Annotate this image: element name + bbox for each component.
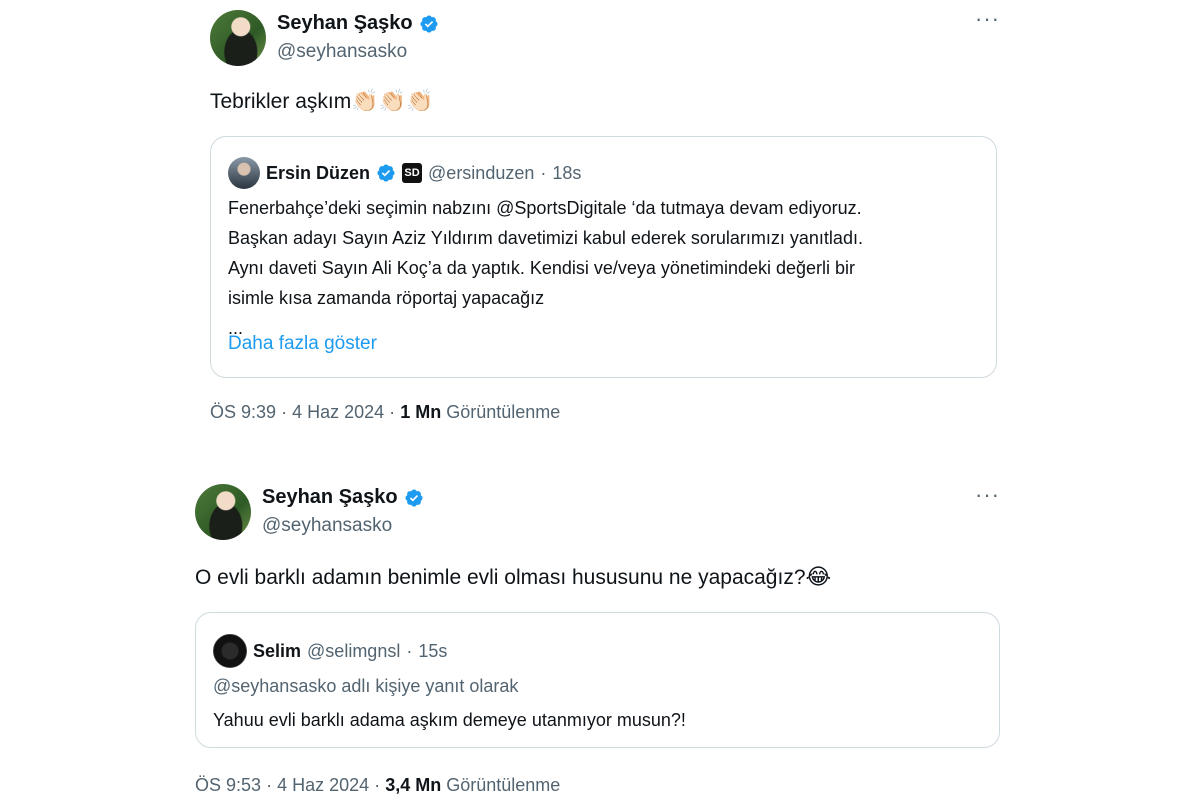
quoted-tweet-header: Selim @selimgnsl · 15s bbox=[213, 634, 447, 668]
quoted-author-avatar bbox=[228, 157, 260, 189]
separator-dot: · bbox=[266, 775, 273, 795]
quoted-tweet-header: Ersin Düzen SD @ersinduzen · 18s bbox=[228, 157, 581, 189]
tweet-text-content: Tebrikler aşkım bbox=[210, 90, 352, 113]
quoted-author-name: Selim bbox=[253, 640, 302, 661]
author-name[interactable]: Seyhan Şaşko bbox=[277, 12, 413, 35]
more-options-icon[interactable]: ··· bbox=[975, 484, 1000, 506]
tweet-1: Seyhan Şaşko @seyhansasko ··· Tebrikler … bbox=[210, 0, 1000, 440]
quoted-tweet[interactable]: Ersin Düzen SD @ersinduzen · 18s Fenerba… bbox=[210, 136, 997, 378]
separator-dot: · bbox=[540, 162, 547, 183]
more-options-icon[interactable]: ··· bbox=[975, 8, 1000, 30]
verified-badge-icon bbox=[405, 488, 423, 507]
quoted-author-handle: @selimgnsl bbox=[307, 640, 401, 661]
author-handle[interactable]: @seyhansasko bbox=[262, 515, 392, 537]
quoted-author-name: Ersin Düzen bbox=[266, 162, 371, 183]
author-avatar[interactable] bbox=[195, 484, 251, 540]
quoted-author-avatar bbox=[213, 634, 247, 668]
view-count[interactable]: 3,4 Mn bbox=[385, 775, 441, 795]
clapping-hands-emoji: 👏🏻👏🏻👏🏻 bbox=[351, 88, 434, 113]
tweet-text: Tebrikler aşkım👏🏻👏🏻👏🏻 bbox=[210, 87, 433, 116]
view-label: Görüntülenme bbox=[446, 402, 561, 422]
quoted-tweet-body: Fenerbahçe’deki seçimin nabzını @SportsD… bbox=[228, 193, 988, 343]
verified-badge-icon bbox=[377, 164, 395, 182]
quoted-line: Fenerbahçe’deki seçimin nabzını @SportsD… bbox=[228, 198, 862, 218]
verified-badge-icon bbox=[420, 14, 438, 33]
author-avatar[interactable] bbox=[210, 10, 266, 66]
tweet-date[interactable]: 4 Haz 2024 bbox=[292, 402, 384, 422]
separator-dot: · bbox=[389, 402, 396, 422]
separator-dot: · bbox=[374, 775, 381, 795]
quoted-tweet[interactable]: Selim @selimgnsl · 15s @seyhansasko adlı… bbox=[195, 612, 1000, 748]
author-name-row: Seyhan Şaşko bbox=[262, 486, 424, 509]
quoted-line: Aynı daveti Sayın Ali Koç’a da yaptık. K… bbox=[228, 258, 856, 278]
tweet-meta: ÖS 9:53 · 4 Haz 2024 · 3,4 Mn Görüntülen… bbox=[195, 775, 560, 796]
quoted-line: Başkan adayı Sayın Aziz Yıldırım davetim… bbox=[228, 228, 863, 248]
view-count[interactable]: 1 Mn bbox=[400, 402, 441, 422]
laughing-tears-emoji: 😂 bbox=[805, 564, 832, 589]
author-name[interactable]: Seyhan Şaşko bbox=[262, 486, 398, 509]
tweet-time[interactable]: ÖS 9:53 bbox=[195, 775, 261, 795]
author-name-row: Seyhan Şaşko bbox=[277, 12, 439, 35]
tweet-2: Seyhan Şaşko @seyhansasko ··· O evli bar… bbox=[195, 480, 1000, 800]
tweet-time[interactable]: ÖS 9:39 bbox=[210, 402, 276, 422]
separator-dot: · bbox=[406, 640, 413, 661]
reply-context: @seyhansasko adlı kişiye yanıt olarak bbox=[213, 676, 519, 696]
tweet-text-content: O evli barklı adamın benimle evli olması… bbox=[195, 566, 806, 589]
show-more-link[interactable]: Daha fazla göster bbox=[228, 333, 377, 355]
author-handle[interactable]: @seyhansasko bbox=[277, 41, 407, 63]
tweet-date[interactable]: 4 Haz 2024 bbox=[277, 775, 369, 795]
quoted-time: 15s bbox=[418, 640, 448, 661]
separator-dot: · bbox=[281, 402, 288, 422]
quoted-line: isimle kısa zamanda röportaj yapacağız bbox=[228, 288, 545, 308]
view-label: Görüntülenme bbox=[446, 775, 561, 795]
quoted-time: 18s bbox=[552, 162, 582, 183]
quoted-tweet-body: @seyhansasko adlı kişiye yanıt olarak Ya… bbox=[213, 671, 973, 735]
affiliate-badge-icon: SD bbox=[402, 163, 423, 183]
tweet-meta: ÖS 9:39 · 4 Haz 2024 · 1 Mn Görüntülenme bbox=[210, 402, 560, 423]
quoted-author-handle: @ersinduzen bbox=[428, 162, 535, 183]
tweet-text: O evli barklı adamın benimle evli olması… bbox=[195, 563, 831, 592]
quoted-line: Yahuu evli barklı adama aşkım demeye uta… bbox=[213, 710, 686, 730]
